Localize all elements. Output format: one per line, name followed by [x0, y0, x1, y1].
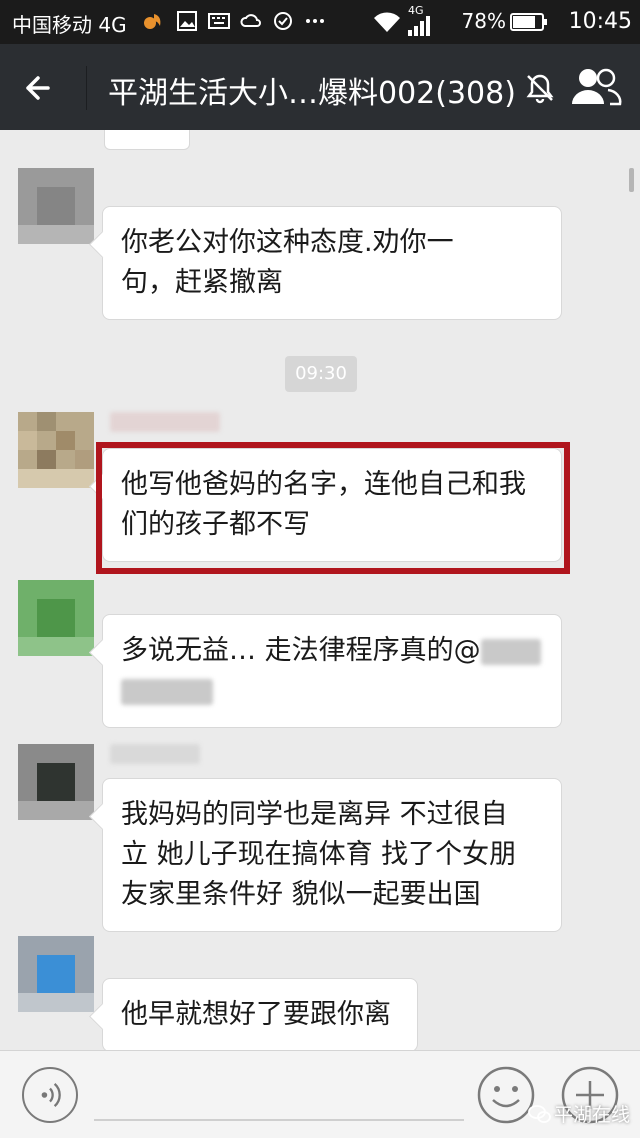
- keyboard-icon: [208, 13, 230, 29]
- emoji-icon[interactable]: [476, 1065, 536, 1125]
- scrollbar[interactable]: [629, 168, 634, 192]
- message-bubble[interactable]: 他写他爸妈的名字，连他自己和我 们的孩子都不写: [102, 448, 562, 562]
- mention-name-blurred: [121, 678, 213, 705]
- clock: 10:45: [568, 9, 632, 34]
- wechat-logo-icon: [528, 1105, 551, 1123]
- message-line: 多说无益… 走法律程序真的@: [121, 631, 543, 671]
- back-arrow-icon[interactable]: [18, 66, 62, 110]
- message-line: 立 她儿子现在搞体育 找了个女朋: [121, 839, 517, 870]
- chat-messages[interactable]: 你老公对你这种态度.劝你一 句，赶紧撤离 09:30 他写他爸妈的名字，连他自己…: [0, 130, 640, 1050]
- avatar[interactable]: [18, 744, 94, 820]
- sender-name: [110, 744, 200, 764]
- chat-header: 平湖生活大小…爆料002(308): [0, 44, 640, 130]
- voice-icon[interactable]: [22, 1067, 78, 1123]
- avatar[interactable]: [18, 168, 94, 244]
- gallery-icon: [177, 11, 197, 31]
- carrier-label: 中国移动 4G: [12, 13, 127, 37]
- message-bubble[interactable]: 我妈妈的同学也是离异 不过很自 立 她儿子现在搞体育 找了个女朋 友家里条件好 …: [102, 778, 562, 932]
- avatar[interactable]: [18, 580, 94, 656]
- group-members-icon[interactable]: [568, 64, 624, 110]
- more-icon: [306, 19, 324, 23]
- watermark-text: 平湖在线: [554, 1104, 631, 1126]
- avatar[interactable]: [18, 936, 94, 1012]
- avatar[interactable]: [18, 412, 94, 488]
- message-line: 他早就想好了要跟你离: [121, 999, 391, 1030]
- sender-name: [110, 412, 220, 432]
- battery-icon: [510, 13, 547, 31]
- watermark: 平湖在线: [528, 1094, 640, 1134]
- message-bubble[interactable]: 你老公对你这种态度.劝你一 句，赶紧撤离: [102, 206, 562, 320]
- previous-message-bubble: [104, 130, 190, 150]
- message-line: 我妈妈的同学也是离异 不过很自: [121, 799, 508, 830]
- message-bubble[interactable]: 他早就想好了要跟你离: [102, 978, 418, 1050]
- message-line: 友家里条件好 貌似一起要出国: [121, 879, 481, 910]
- mention-name-blurred: [480, 638, 541, 665]
- data-saver-icon: [274, 12, 292, 30]
- wifi-icon: [374, 12, 400, 32]
- squirrel-app-icon: [144, 14, 161, 29]
- message-input[interactable]: [94, 1071, 464, 1121]
- timestamp: 09:30: [285, 356, 357, 392]
- message-line: 你老公对你这种态度.劝你一: [121, 227, 454, 258]
- message-line: 句，赶紧撤离: [121, 267, 283, 298]
- signal-icon: [408, 16, 430, 36]
- status-right: 4G 78% 10:45: [372, 4, 632, 36]
- group-title: 平湖生活大小…爆料002(308): [108, 76, 516, 111]
- message-line: 他写他爸妈的名字，连他自己和我: [121, 469, 526, 500]
- message-bubble[interactable]: 多说无益… 走法律程序真的@: [102, 614, 562, 728]
- battery-percent: 78%: [461, 9, 506, 33]
- message-line: 们的孩子都不写: [121, 509, 310, 540]
- cloud-icon: [240, 14, 261, 27]
- header-divider: [86, 66, 87, 110]
- mute-icon: [526, 74, 554, 104]
- status-bar: 中国移动 4G 4G 78% 10:45: [0, 0, 640, 44]
- message-line: [121, 671, 543, 711]
